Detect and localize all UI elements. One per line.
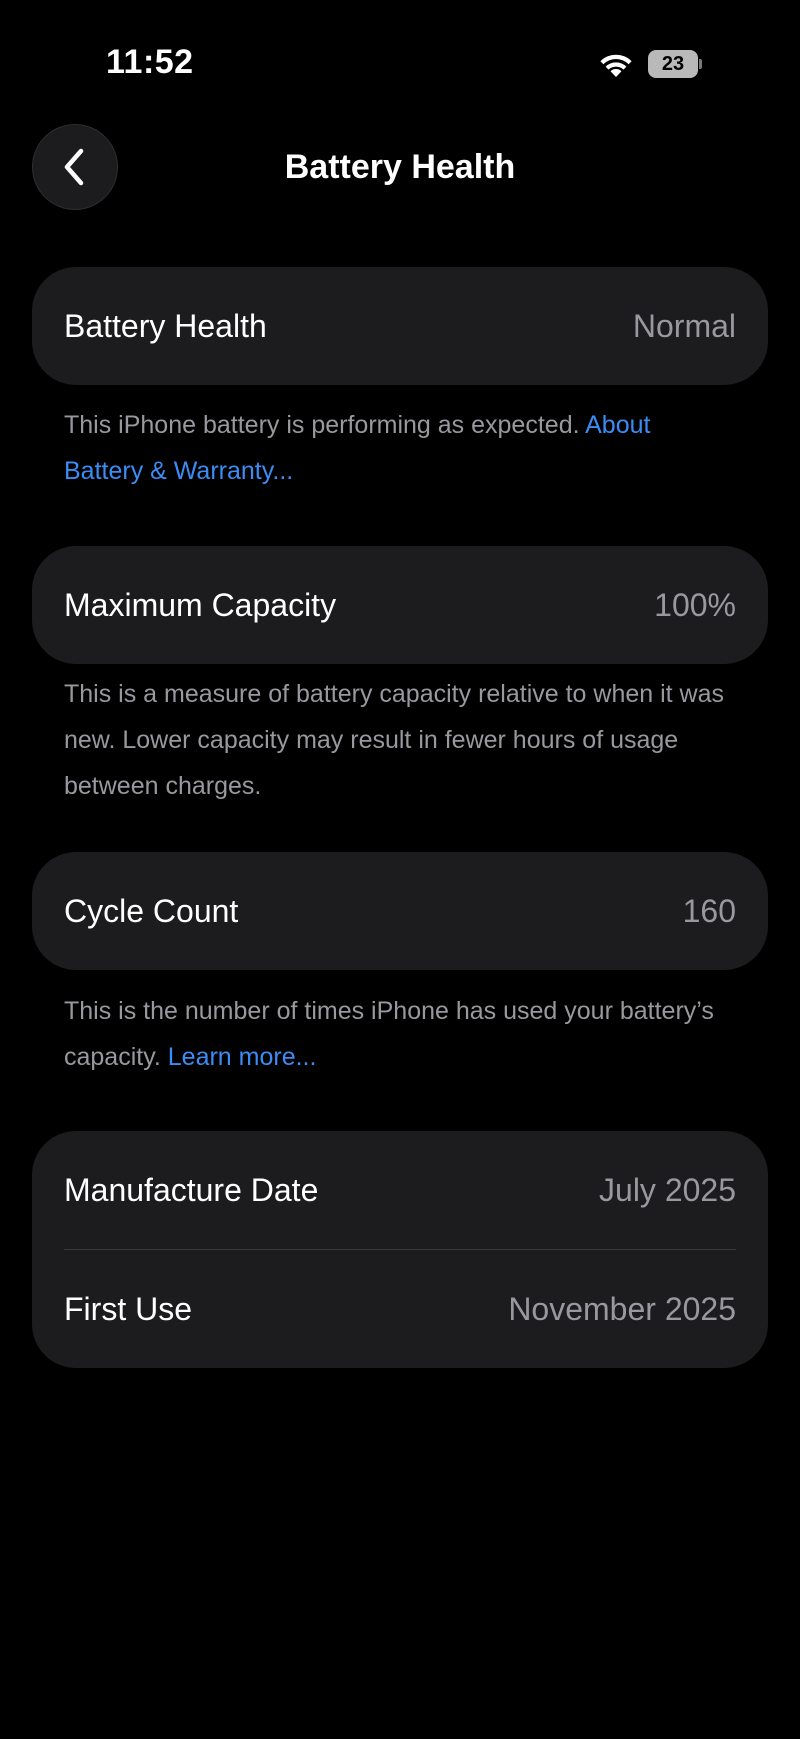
manufacture-date-row: Manufacture Date July 2025 (32, 1131, 768, 1249)
maximum-capacity-footnote: This is a measure of battery capacity re… (64, 671, 724, 809)
battery-level: 23 (648, 50, 698, 78)
battery-health-value: Normal (632, 307, 736, 344)
status-time: 11:52 (106, 43, 194, 81)
maximum-capacity-label: Maximum Capacity (64, 586, 337, 623)
cycle-count-card: Cycle Count 160 (32, 852, 768, 970)
battery-health-label: Battery Health (64, 307, 267, 344)
battery-tip (699, 59, 702, 69)
learn-more-link[interactable]: Learn more... (168, 1043, 317, 1071)
cycle-count-footnote-text: This is the number of times iPhone has u… (64, 997, 714, 1071)
first-use-row: First Use November 2025 (32, 1250, 768, 1368)
first-use-value: November 2025 (508, 1290, 736, 1327)
first-use-label: First Use (64, 1290, 192, 1327)
cycle-count-row: Cycle Count 160 (32, 852, 768, 970)
battery-icon: 23 (648, 50, 702, 78)
maximum-capacity-row: Maximum Capacity 100% (32, 546, 768, 664)
wifi-icon (600, 54, 632, 77)
cycle-count-label: Cycle Count (64, 892, 239, 929)
cycle-count-footnote: This is the number of times iPhone has u… (64, 988, 724, 1080)
battery-health-footnote: This iPhone battery is performing as exp… (64, 402, 724, 494)
battery-health-row: Battery Health Normal (32, 267, 768, 385)
maximum-capacity-footnote-text: This is a measure of battery capacity re… (64, 680, 725, 800)
page-title: Battery Health (284, 148, 516, 186)
maximum-capacity-value: 100% (654, 586, 736, 623)
manufacture-date-value: July 2025 (599, 1171, 736, 1208)
status-bar: 11:52 23 (0, 0, 800, 110)
battery-health-card: Battery Health Normal (32, 267, 768, 385)
maximum-capacity-card: Maximum Capacity 100% (32, 546, 768, 664)
manufacture-date-label: Manufacture Date (64, 1171, 319, 1208)
dates-card: Manufacture Date July 2025 First Use Nov… (32, 1131, 768, 1368)
battery-health-footnote-text: This iPhone battery is performing as exp… (64, 411, 580, 439)
cycle-count-value: 160 (682, 892, 736, 929)
